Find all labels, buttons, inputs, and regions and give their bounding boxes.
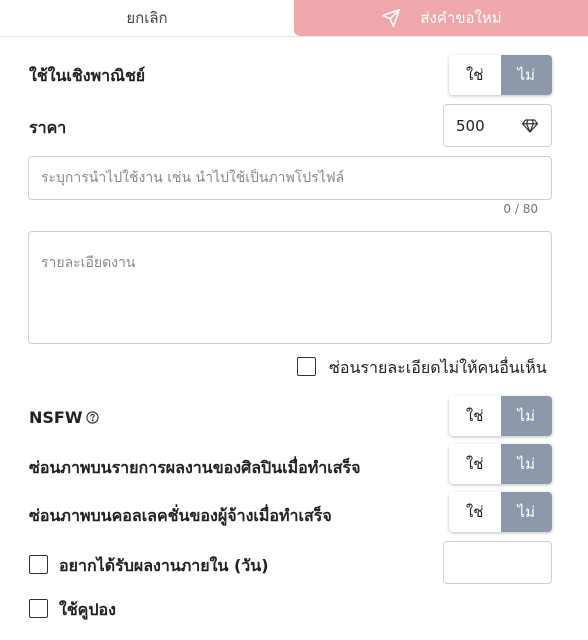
hide-artist-list-yes-option[interactable]: ใช่ — [449, 444, 501, 484]
send-icon — [382, 8, 401, 28]
hide-details-checkbox[interactable] — [297, 357, 316, 376]
usage-input[interactable] — [28, 156, 552, 200]
coupon-label: ใช้คูปอง — [59, 600, 116, 619]
commercial-yes-option[interactable]: ใช่ — [449, 55, 501, 95]
nsfw-toggle: ใช่ ไม่ — [449, 396, 552, 436]
hide-client-collection-yes-option[interactable]: ใช่ — [449, 492, 501, 532]
nsfw-yes-option[interactable]: ใช่ — [449, 396, 501, 436]
hide-details-label: ซ่อนรายละเอียดไม่ให้คนอื่นเห็น — [329, 358, 547, 377]
top-action-bar: ยกเลิก ส่งคำขอใหม่ — [0, 0, 588, 37]
price-label: ราคา — [29, 118, 67, 137]
deadline-days-input[interactable] — [443, 541, 552, 584]
cancel-button[interactable]: ยกเลิก — [0, 0, 294, 36]
hide-client-collection-toggle: ใช่ ไม่ — [449, 492, 552, 532]
nsfw-no-option[interactable]: ไม่ — [500, 396, 552, 436]
send-request-button[interactable]: ส่งคำขอใหม่ — [294, 0, 588, 36]
coupon-checkbox[interactable] — [29, 599, 48, 618]
details-textarea[interactable] — [28, 231, 552, 344]
hide-artist-list-toggle: ใช่ ไม่ — [449, 444, 552, 484]
commercial-use-label: ใช้ในเชิงพาณิชย์ — [29, 66, 146, 85]
hide-artist-list-no-option[interactable]: ไม่ — [500, 444, 552, 484]
usage-char-counter: 0 / 80 — [503, 202, 538, 216]
commercial-use-toggle: ใช่ ไม่ — [449, 55, 552, 95]
commercial-no-option[interactable]: ไม่ — [500, 55, 552, 95]
hide-client-collection-label: ซ่อนภาพบนคอลเลคชั่นของผู้จ้างเมื่อทำเสร็… — [29, 506, 332, 525]
price-value: 500 — [456, 116, 485, 135]
deadline-label: อยากได้รับผลงานภายใน (วัน) — [59, 556, 269, 575]
question-circle-icon[interactable] — [86, 411, 99, 424]
hide-artist-list-label: ซ่อนภาพบนรายการผลงานของศิลปินเมื่อทำเสร็… — [29, 458, 361, 477]
price-field[interactable]: 500 — [443, 104, 552, 147]
deadline-checkbox[interactable] — [29, 555, 48, 574]
send-request-label: ส่งคำขอใหม่ — [420, 9, 502, 27]
diamond-icon — [521, 118, 539, 133]
nsfw-label: NSFW — [29, 408, 83, 427]
hide-client-collection-no-option[interactable]: ไม่ — [500, 492, 552, 532]
